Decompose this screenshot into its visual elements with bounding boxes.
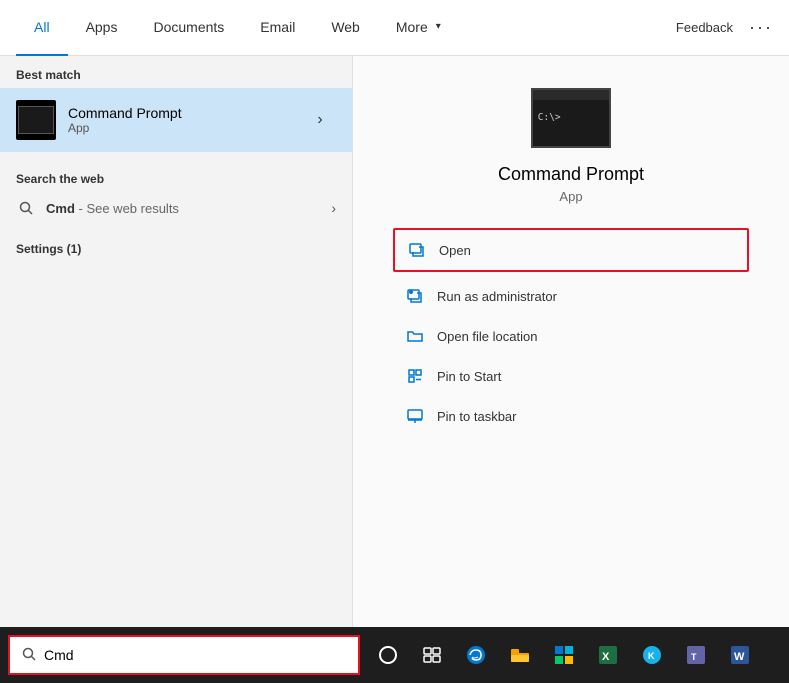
best-match-arrow[interactable]: › (304, 104, 336, 136)
folder-icon (405, 326, 425, 346)
best-match-label: Best match (0, 56, 352, 88)
settings-label: Settings (1) (16, 238, 336, 260)
action-open[interactable]: Open (393, 228, 749, 272)
taskbar-teams[interactable]: T (676, 635, 716, 675)
app-preview-icon: C:\> (531, 88, 611, 148)
taskbar-edge[interactable] (456, 635, 496, 675)
taskbar-kodi[interactable]: K (632, 635, 672, 675)
top-nav-bar: All Apps Documents Email Web More ▾ Feed… (0, 0, 789, 56)
action-open-label: Open (439, 243, 471, 258)
action-pin-taskbar[interactable]: Pin to taskbar (393, 396, 749, 436)
svg-text:X: X (602, 651, 610, 663)
app-icon (16, 100, 56, 140)
action-list: Open Run as administrator (353, 228, 789, 436)
nav-tabs: All Apps Documents Email Web More ▾ (16, 0, 676, 56)
action-file-location[interactable]: Open file location (393, 316, 749, 356)
tab-all[interactable]: All (16, 0, 68, 56)
taskbar-word[interactable]: W (720, 635, 760, 675)
action-file-location-label: Open file location (437, 329, 537, 344)
cmd-icon-inner (18, 106, 54, 134)
app-preview-subtitle: App (559, 189, 582, 204)
search-web-icon (16, 198, 36, 218)
admin-icon (405, 286, 425, 306)
taskbar-excel[interactable]: X (588, 635, 628, 675)
chevron-down-icon: ▾ (436, 21, 441, 32)
tab-apps[interactable]: Apps (68, 0, 136, 56)
tab-documents[interactable]: Documents (135, 0, 242, 56)
taskbar-store[interactable] (544, 635, 584, 675)
pin-taskbar-icon (405, 406, 425, 426)
web-search-arrow: › (331, 200, 336, 216)
tab-more-label: More (396, 19, 428, 35)
nav-right: Feedback ··· (676, 17, 773, 38)
svg-text:K: K (648, 651, 655, 661)
taskbar-explorer[interactable] (500, 635, 540, 675)
right-panel: C:\> Command Prompt App Open (352, 56, 789, 627)
taskbar-icons: X K T W (368, 635, 760, 675)
svg-text:T: T (691, 652, 697, 662)
action-run-admin[interactable]: Run as administrator (393, 276, 749, 316)
taskbar-search-input[interactable] (44, 647, 346, 663)
web-search-section: Search the web Cmd - See web results › (0, 152, 352, 230)
tab-web[interactable]: Web (313, 0, 378, 56)
best-match-subtitle: App (68, 121, 304, 135)
taskbar-task-view[interactable] (412, 635, 452, 675)
web-search-text: Cmd - See web results (46, 201, 179, 216)
best-match-title: Command Prompt (68, 105, 304, 121)
svg-text:W: W (734, 651, 745, 663)
best-match-text: Command Prompt App (68, 105, 304, 135)
action-pin-start[interactable]: Pin to Start (393, 356, 749, 396)
action-admin-label: Run as administrator (437, 289, 557, 304)
action-pin-start-label: Pin to Start (437, 369, 501, 384)
tab-email[interactable]: Email (242, 0, 313, 56)
left-panel: Best match Command Prompt App › Search t… (0, 56, 352, 627)
web-search-sub: - See web results (75, 201, 179, 216)
search-box[interactable] (8, 635, 360, 675)
main-layout: Best match Command Prompt App › Search t… (0, 56, 789, 627)
web-search-item[interactable]: Cmd - See web results › (16, 190, 336, 226)
svg-text:C:\>: C:\> (538, 112, 561, 123)
web-search-label: Search the web (16, 164, 336, 190)
best-match-item[interactable]: Command Prompt App › (0, 88, 352, 152)
app-preview-title: Command Prompt (498, 164, 644, 185)
feedback-button[interactable]: Feedback (676, 20, 733, 35)
open-icon (407, 240, 427, 260)
taskbar: X K T W (0, 627, 789, 683)
pin-start-icon (405, 366, 425, 386)
more-options-button[interactable]: ··· (749, 17, 773, 38)
tab-more[interactable]: More ▾ (378, 0, 459, 56)
settings-section: Settings (1) (0, 230, 352, 268)
web-search-query: Cmd (46, 201, 75, 216)
taskbar-search-icon (22, 647, 36, 664)
taskbar-search-button[interactable] (368, 635, 408, 675)
action-pin-taskbar-label: Pin to taskbar (437, 409, 517, 424)
